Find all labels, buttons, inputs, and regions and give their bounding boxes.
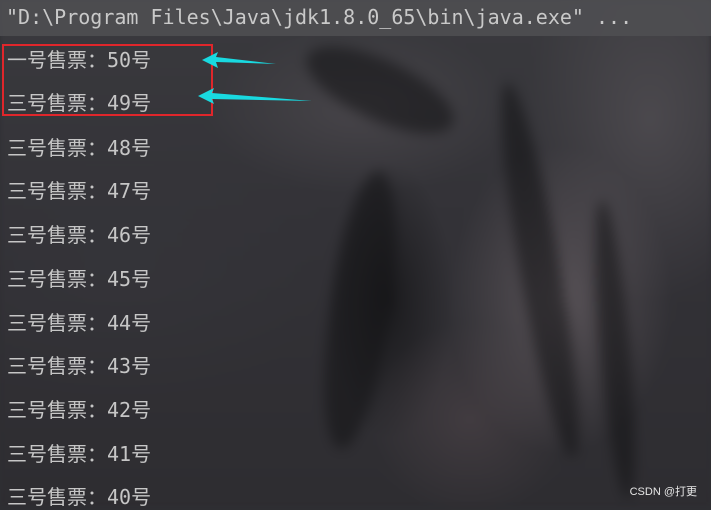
output-line: 三号售票：41号: [7, 442, 152, 466]
command-line: "D:\Program Files\Java\jdk1.8.0_65\bin\j…: [6, 5, 633, 29]
output-line: 三号售票：43号: [7, 354, 152, 378]
command-bar: "D:\Program Files\Java\jdk1.8.0_65\bin\j…: [0, 0, 711, 36]
output-line: 三号售票：47号: [7, 179, 152, 203]
watermark: CSDN @打更: [629, 486, 697, 498]
arrow-left-icon: [198, 88, 312, 104]
console-output: "D:\Program Files\Java\jdk1.8.0_65\bin\j…: [0, 0, 711, 509]
output-line: 三号售票：46号: [7, 223, 152, 247]
output-line: 三号售票：48号: [7, 136, 152, 160]
output-line: 三号售票：45号: [7, 267, 152, 291]
output-line: 三号售票：44号: [7, 311, 152, 335]
output-line: 三号售票：40号: [7, 485, 152, 509]
arrow-left-icon: [202, 52, 276, 68]
output-line: 三号售票：42号: [7, 398, 152, 422]
highlight-box: [2, 44, 213, 116]
